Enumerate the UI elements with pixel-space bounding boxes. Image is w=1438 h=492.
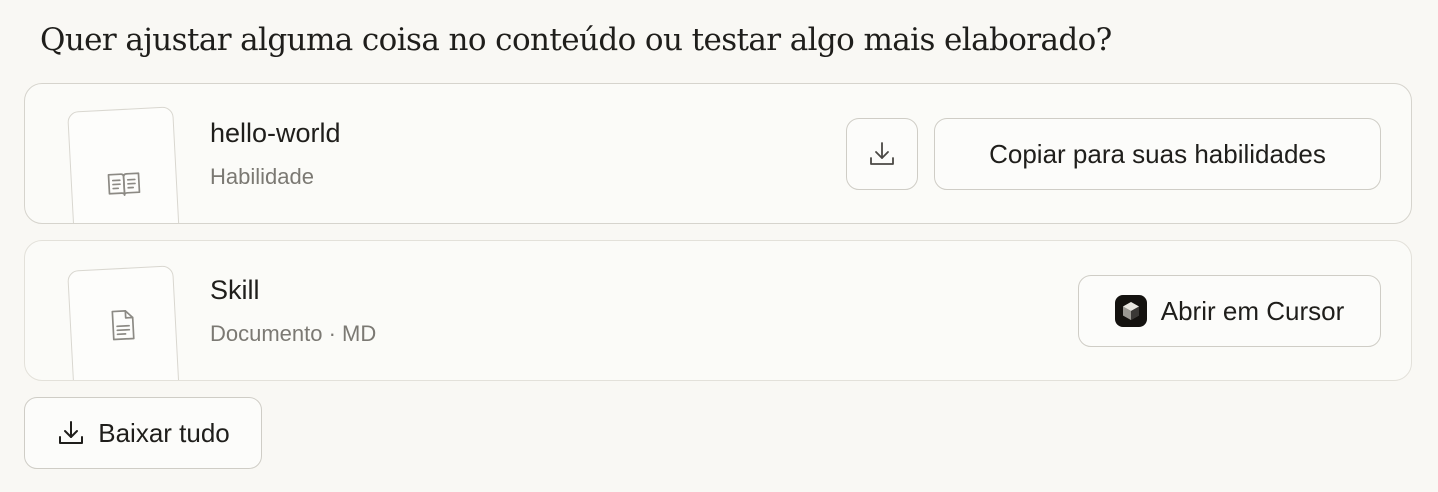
file-card-skill[interactable]: Skill Documento · MD Abrir em Cursor — [24, 240, 1412, 381]
file-title: Skill — [210, 275, 260, 305]
file-thumbnail — [67, 106, 181, 223]
prompt-question: Quer ajustar alguma coisa no conteúdo ou… — [40, 22, 1112, 58]
file-type-label: Habilidade — [210, 164, 314, 189]
download-all-label: Baixar tudo — [98, 417, 230, 448]
file-title: hello-world — [210, 118, 341, 148]
download-icon — [870, 142, 894, 165]
document-icon — [111, 310, 135, 341]
file-thumbnail — [67, 265, 181, 380]
copy-to-skills-button[interactable]: Copiar para suas habilidades — [934, 118, 1381, 190]
cursor-logo-icon — [1114, 295, 1147, 327]
open-in-cursor-label: Abrir em Cursor — [1160, 295, 1345, 326]
file-card-hello-world[interactable]: hello-world Habilidade Copiar para suas … — [24, 83, 1412, 224]
book-open-icon — [107, 172, 141, 196]
file-type-label: Documento · MD — [210, 321, 377, 346]
open-in-cursor-button[interactable]: Abrir em Cursor — [1078, 275, 1381, 347]
download-icon — [59, 421, 84, 444]
download-all-button[interactable]: Baixar tudo — [24, 397, 262, 469]
download-button[interactable] — [846, 118, 918, 190]
